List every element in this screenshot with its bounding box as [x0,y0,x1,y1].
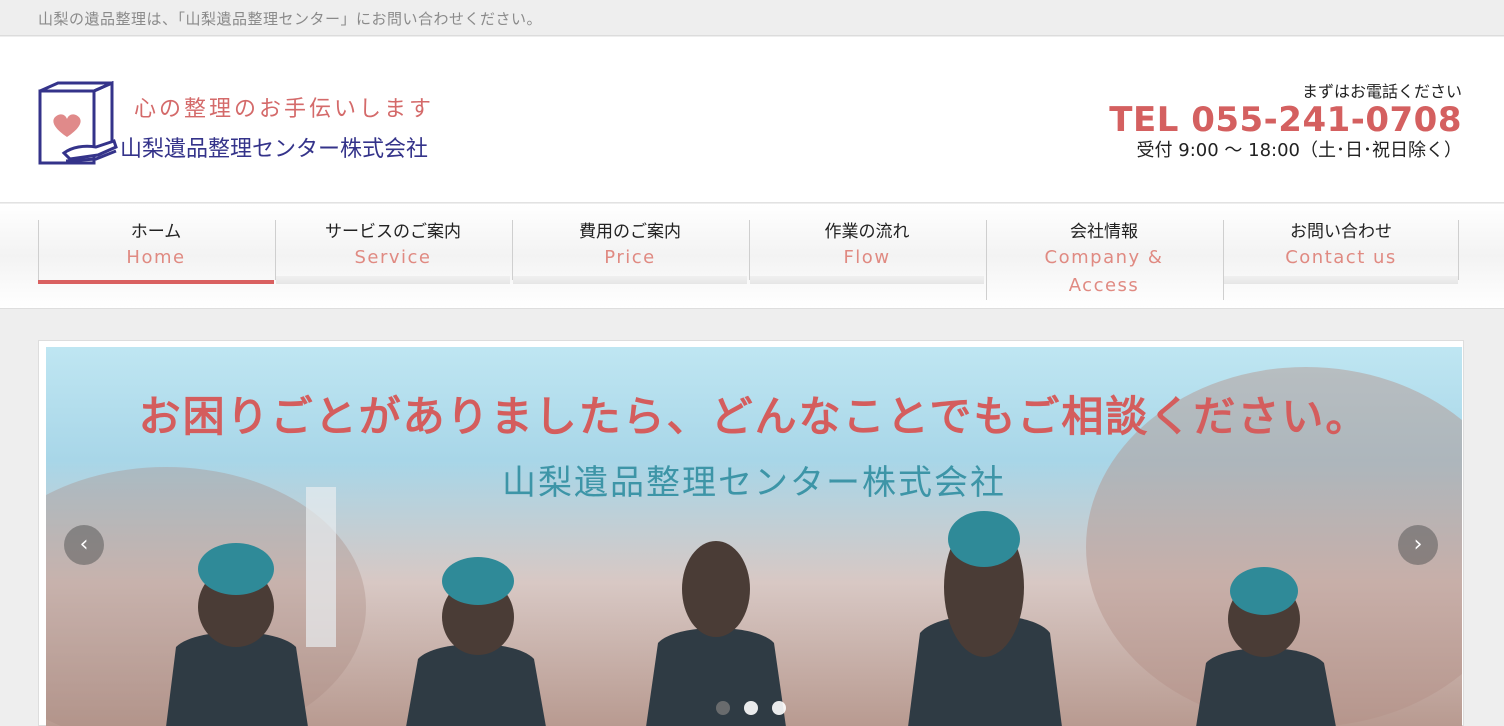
nav-label-jp: サービスのご案内 [325,222,461,242]
nav-item-flow[interactable]: 作業の流れ Flow [749,218,985,300]
nav-separator [275,220,276,280]
nav-label-en: Service [354,247,432,268]
nav-shade [750,276,984,284]
slider-dot-3[interactable] [772,701,786,715]
nav-item-price[interactable]: 費用のご案内 Price [512,218,748,300]
logo-tagline: 心の整理のお手伝いします [134,97,435,122]
site-logo[interactable]: 心の整理のお手伝いします 山梨遺品整理センター株式会社 [36,81,476,173]
hero-subline: 山梨遺品整理センター株式会社 [502,463,1006,503]
nav-separator [986,220,987,300]
slider-dot-1[interactable] [716,701,730,715]
nav-separator [749,220,750,280]
logo-company-name: 山梨遺品整理センター株式会社 [120,137,429,162]
nav-item-home[interactable]: ホーム Home [38,218,274,300]
hero-slide: お困りごとがありましたら、どんなことでもご相談ください。 山梨遺品整理センター株… [46,347,1462,726]
slider-dot-2[interactable] [744,701,758,715]
nav-separator [38,220,39,280]
nav-label-en: Flow [843,247,891,268]
top-bar: 山梨の遺品整理は、「山梨遺品整理センター」にお問い合わせください。 [0,0,1504,36]
nav-active-underline [38,280,274,284]
nav-label-en: Company & [1044,247,1164,268]
nav-label-jp: 作業の流れ [824,222,910,242]
contact-block: まずはお電話ください TEL 055-241-0708 受付 9:00 ～ 18… [1109,82,1462,164]
slider-next-button[interactable]: › [1398,525,1438,565]
nav-label-en: Price [604,247,656,268]
nav-shade [276,276,510,284]
site-header: 心の整理のお手伝いします 山梨遺品整理センター株式会社 まずはお電話ください T… [0,37,1504,203]
top-bar-text: 山梨の遺品整理は、「山梨遺品整理センター」にお問い合わせください。 [38,10,543,28]
nav-separator [512,220,513,280]
nav-label-jp: お問い合わせ [1290,222,1392,242]
global-nav: ホーム Home サービスのご案内 Service 費用のご案内 Price 作… [0,204,1504,309]
nav-label-jp: ホーム [130,222,182,242]
nav-label-jp: 会社情報 [1070,222,1138,242]
nav-item-company[interactable]: 会社情報 Company & Access [986,218,1222,300]
nav-label-en-line2: Access [1068,275,1140,296]
nav-separator [1223,220,1224,300]
nav-shade [1224,276,1458,284]
nav-label-jp: 費用のご案内 [579,222,681,242]
nav-separator [1458,220,1459,280]
slider-prev-button[interactable]: ‹ [64,525,104,565]
nav-label-en: Home [126,247,186,268]
nav-shade [513,276,747,284]
nav-item-service[interactable]: サービスのご案内 Service [275,218,511,300]
phone-number-link[interactable]: TEL 055-241-0708 [1109,102,1462,138]
business-hours: 受付 9:00 ～ 18:00（土･日･祝日除く） [1136,140,1462,161]
hero-slider: お困りごとがありましたら、どんなことでもご相談ください。 山梨遺品整理センター株… [38,340,1464,726]
nav-item-contact[interactable]: お問い合わせ Contact us [1223,218,1459,300]
contact-lead: まずはお電話ください [1301,82,1462,101]
box-heart-hand-icon [38,81,118,165]
nav-label-en: Contact us [1285,247,1397,268]
hero-headline: お困りごとがありましたら、どんなことでもご相談ください。 [138,392,1370,441]
